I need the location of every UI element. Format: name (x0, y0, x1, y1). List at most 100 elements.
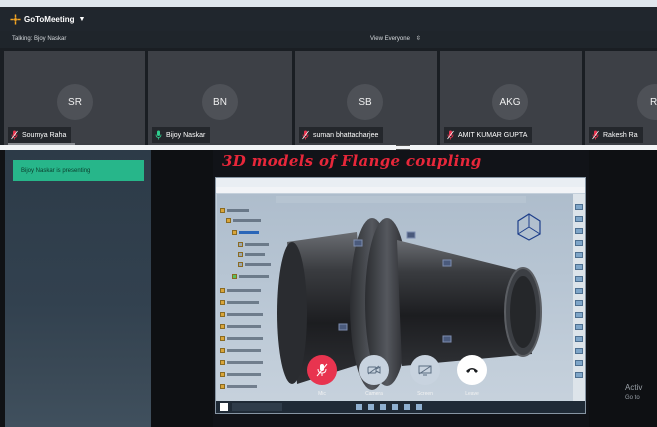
avatar: SB (347, 84, 383, 120)
mic-active-icon (155, 130, 162, 140)
mic-button-label: Mic (318, 391, 326, 397)
tool-button[interactable] (575, 276, 583, 282)
screen-share-icon (418, 365, 432, 375)
tree-node-label (227, 373, 261, 376)
participant-tile[interactable]: SR Soumya Raha (4, 51, 145, 145)
tree-node-label (227, 209, 249, 212)
talking-indicator: Talking: Bjoy Naskar (12, 36, 67, 42)
cad-window (215, 177, 586, 414)
tree-node[interactable] (220, 372, 261, 377)
tree-node[interactable] (220, 312, 263, 317)
tree-node[interactable] (220, 288, 261, 293)
presenting-badge: Bijoy Naskar is presenting (13, 160, 144, 181)
taskbar-app-icon[interactable] (392, 404, 398, 410)
cad-right-toolbar (573, 194, 585, 406)
taskbar-app-icon[interactable] (380, 404, 386, 410)
part-icon (232, 274, 237, 279)
taskbar-app-icon[interactable] (404, 404, 410, 410)
participant-name: Rakesh Ra (603, 131, 638, 139)
camera-off-icon (367, 365, 381, 375)
tool-button[interactable] (575, 216, 583, 222)
participant-nameplate: AMIT KUMAR GUPTA (444, 127, 533, 143)
tree-node[interactable] (238, 252, 265, 257)
tool-button[interactable] (575, 288, 583, 294)
tool-button[interactable] (575, 348, 583, 354)
avatar: SR (57, 84, 93, 120)
tool-button[interactable] (575, 264, 583, 270)
view-select[interactable]: View Everyone ⇳ (370, 35, 421, 43)
meeting-window: { "app": { "title": "GoToMeeting" }, "su… (0, 0, 657, 427)
participant-tile[interactable]: BN Bijoy Naskar (148, 51, 292, 145)
participant-strip: SR Soumya Raha BN Bijoy Naskar SB suman … (0, 48, 657, 145)
tool-button[interactable] (575, 300, 583, 306)
taskbar-app-icon[interactable] (368, 404, 374, 410)
updown-chevron-icon: ⇳ (415, 36, 421, 42)
taskbar-search[interactable] (232, 403, 282, 411)
leave-button-label: Leave (465, 391, 479, 397)
tree-node-label (227, 301, 259, 304)
tree-node-label (227, 313, 263, 316)
watermark-line-1: Activ (625, 383, 643, 392)
tree-node-label (227, 325, 261, 328)
mic-muted-icon (302, 130, 309, 140)
windows-activation-watermark: Activ Go to (625, 383, 642, 403)
participant-nameplate: suman bhattacharjee (299, 127, 384, 143)
tree-node[interactable] (220, 336, 263, 341)
cad-toolbar[interactable] (276, 196, 526, 203)
part-icon (232, 230, 237, 235)
tool-button[interactable] (575, 252, 583, 258)
part-icon (220, 288, 225, 293)
tree-node[interactable] (220, 324, 261, 329)
compass-icon[interactable] (516, 212, 542, 242)
hang-up-phone-icon (466, 368, 478, 373)
camera-button[interactable] (359, 355, 389, 385)
part-icon (220, 336, 225, 341)
app-title[interactable]: GoToMeeting (24, 15, 75, 24)
tree-node[interactable] (232, 274, 269, 279)
screen-button-label: Screen (417, 391, 433, 397)
participant-tile[interactable]: RI Rakesh Ra (585, 51, 657, 145)
tree-node[interactable] (226, 218, 261, 223)
taskbar-app-icon[interactable] (416, 404, 422, 410)
tool-button[interactable] (575, 228, 583, 234)
tool-button[interactable] (575, 324, 583, 330)
part-icon (220, 208, 225, 213)
participant-tile[interactable]: AKG AMIT KUMAR GUPTA (440, 51, 582, 145)
participant-tile[interactable]: SB suman bhattacharjee (295, 51, 437, 145)
tree-node-label (245, 263, 271, 266)
tree-node[interactable] (220, 208, 249, 213)
slide-title: 3D models of Flange coupling (222, 152, 482, 170)
app-menu-chevron-down-icon[interactable]: ▼ (79, 16, 86, 23)
tool-button[interactable] (575, 204, 583, 210)
view-select-label: View Everyone (370, 35, 410, 42)
cad-menubar (216, 187, 585, 193)
tool-button[interactable] (575, 312, 583, 318)
tree-node[interactable] (238, 262, 271, 267)
avatar: BN (202, 84, 238, 120)
tool-button[interactable] (575, 336, 583, 342)
tool-button[interactable] (575, 240, 583, 246)
participant-name: Soumya Raha (22, 131, 67, 139)
meeting-subbar: Talking: Bjoy Naskar View Everyone ⇳ (0, 31, 657, 48)
tree-node[interactable] (220, 348, 261, 353)
participant-nameplate: Bijoy Naskar (152, 127, 211, 143)
tree-node[interactable] (238, 242, 269, 247)
tree-node[interactable] (220, 300, 259, 305)
screen-share-button[interactable] (410, 355, 440, 385)
tool-button[interactable] (575, 360, 583, 366)
cad-spec-tree[interactable] (220, 204, 292, 394)
participant-nameplate: Soumya Raha (8, 127, 72, 143)
mic-button[interactable] (307, 355, 337, 385)
windows-start-icon[interactable] (220, 403, 228, 411)
tree-node[interactable] (220, 360, 263, 365)
taskbar-app-icon[interactable] (356, 404, 362, 410)
part-icon (238, 242, 243, 247)
tree-node[interactable] (232, 230, 259, 235)
part-icon (220, 312, 225, 317)
part-icon (220, 324, 225, 329)
windows-taskbar (216, 401, 585, 413)
tool-button[interactable] (575, 372, 583, 378)
camera-button-label: Camera (365, 391, 383, 397)
leave-button[interactable] (457, 355, 487, 385)
tree-node[interactable] (220, 384, 257, 389)
